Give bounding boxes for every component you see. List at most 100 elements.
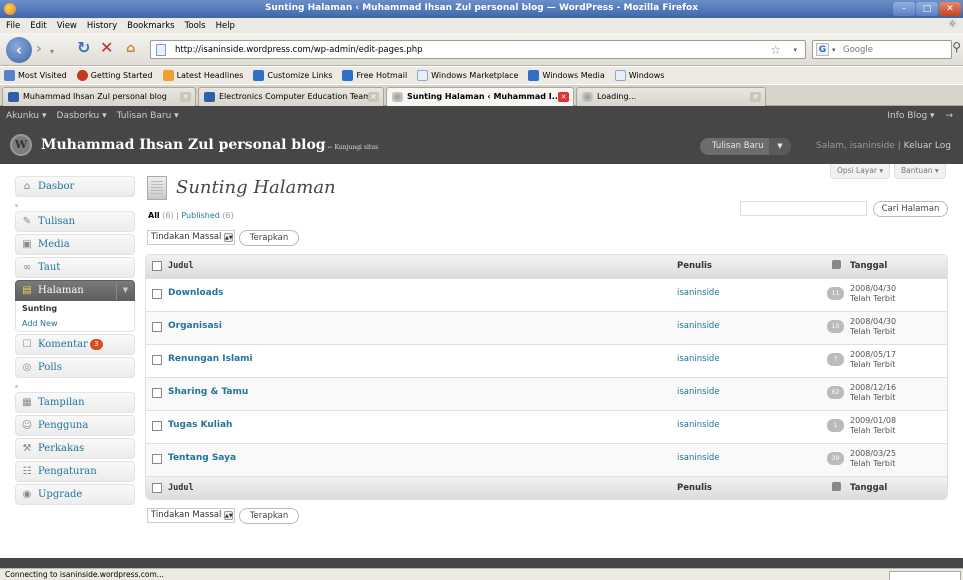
- menu-view[interactable]: View: [57, 21, 77, 31]
- search-pages-input[interactable]: [740, 201, 867, 216]
- comment-count-bubble[interactable]: 62: [827, 386, 844, 399]
- sidebar-item-media[interactable]: ▣ Media: [15, 234, 135, 255]
- google-icon[interactable]: G: [816, 43, 829, 56]
- column-title[interactable]: Judul: [168, 483, 194, 493]
- author-link[interactable]: isaninside: [677, 420, 720, 430]
- author-link[interactable]: isaninside: [677, 387, 720, 397]
- page-title-link[interactable]: Downloads: [168, 288, 224, 298]
- row-checkbox[interactable]: [152, 322, 162, 332]
- reload-button[interactable]: ↻: [77, 40, 90, 56]
- page-title-link[interactable]: Renungan Islami: [168, 354, 253, 364]
- adminbar-my-dashboard[interactable]: Dasborku ▾: [57, 111, 107, 121]
- apply-button-bottom[interactable]: Terapkan: [239, 508, 299, 524]
- author-link[interactable]: isaninside: [677, 453, 720, 463]
- menu-bookmarks[interactable]: Bookmarks: [127, 21, 175, 31]
- close-tab-icon[interactable]: ✕: [180, 92, 191, 102]
- page-title-link[interactable]: Tugas Kuliah: [168, 420, 232, 430]
- apply-button[interactable]: Terapkan: [239, 230, 299, 246]
- close-window-button[interactable]: ✕: [939, 2, 961, 16]
- column-author[interactable]: Penulis: [677, 261, 712, 271]
- bookmark-windows-media[interactable]: Windows Media: [528, 70, 605, 81]
- adminbar-blog-info[interactable]: Info Blog ▾: [887, 111, 934, 121]
- column-date[interactable]: Tanggal: [850, 261, 887, 271]
- comment-count-bubble[interactable]: 7: [827, 353, 844, 366]
- page-title-link[interactable]: Organisasi: [168, 321, 222, 331]
- close-tab-icon[interactable]: ✕: [368, 92, 379, 102]
- filter-all[interactable]: All: [148, 211, 160, 220]
- bulk-action-select[interactable]: Tindakan Massal ▲▼: [147, 230, 235, 245]
- chevron-down-icon[interactable]: ▼: [116, 281, 134, 300]
- bookmark-latest-headlines[interactable]: Latest Headlines: [162, 70, 243, 81]
- page-title-link[interactable]: Sharing & Tamu: [168, 387, 248, 397]
- visit-site-link[interactable]: ← Kunjungi situs: [328, 144, 379, 151]
- author-link[interactable]: isaninside: [677, 354, 720, 364]
- sidebar-item-settings[interactable]: ☷ Pengaturan: [15, 461, 135, 482]
- bulk-action-select-bottom[interactable]: Tindakan Massal ▲▼: [147, 508, 235, 523]
- close-tab-icon[interactable]: ✕: [750, 92, 761, 102]
- sidebar-item-links[interactable]: ∞ Taut: [15, 257, 135, 278]
- logout-link[interactable]: Keluar Log: [904, 141, 951, 151]
- bookmark-windows-marketplace[interactable]: Windows Marketplace: [417, 70, 518, 81]
- back-button[interactable]: ‹: [6, 37, 32, 63]
- bookmark-getting-started[interactable]: Getting Started: [76, 70, 153, 81]
- minimize-button[interactable]: –: [893, 2, 915, 16]
- screen-options-tab[interactable]: Opsi Layar ▾: [830, 164, 891, 179]
- row-checkbox[interactable]: [152, 388, 162, 398]
- close-tab-icon[interactable]: ✕: [558, 92, 569, 102]
- filter-published[interactable]: Published: [181, 211, 220, 220]
- author-link[interactable]: isaninside: [677, 321, 720, 331]
- history-dropdown-icon[interactable]: ▾: [50, 45, 54, 59]
- bookmark-star-icon[interactable]: ☆: [770, 43, 781, 57]
- adminbar-my-account[interactable]: Akunku ▾: [6, 111, 47, 121]
- page-title-link[interactable]: Tentang Saya: [168, 453, 236, 463]
- tab-electronics-team[interactable]: Electronics Computer Education Team ✕: [198, 87, 384, 106]
- comment-count-bubble[interactable]: 39: [827, 452, 844, 465]
- comment-count-bubble[interactable]: 1: [827, 419, 844, 432]
- search-engine-dropdown-icon[interactable]: ▾: [832, 46, 836, 54]
- comment-count-bubble[interactable]: 11: [827, 287, 844, 300]
- sidebar-item-pages[interactable]: ▤ Halaman ▼: [15, 280, 135, 301]
- select-all-checkbox[interactable]: [152, 483, 162, 493]
- select-all-checkbox[interactable]: [152, 261, 162, 271]
- comment-count-bubble[interactable]: 10: [827, 320, 844, 333]
- submenu-edit-pages[interactable]: Sunting: [16, 301, 134, 316]
- bookmark-customize-links[interactable]: Customize Links: [253, 70, 332, 81]
- sidebar-item-comments[interactable]: ☐ Komentar 3: [15, 334, 135, 355]
- stop-button[interactable]: ✕: [100, 40, 113, 56]
- search-pages-button[interactable]: Cari Halaman: [873, 201, 948, 217]
- menu-history[interactable]: History: [87, 21, 117, 31]
- url-bar[interactable]: http://isaninside.wordpress.com/wp-admin…: [150, 40, 806, 59]
- home-button[interactable]: ⌂: [126, 42, 135, 56]
- new-post-button[interactable]: Tulisan Baru ▼: [700, 138, 791, 155]
- column-date[interactable]: Tanggal: [850, 483, 887, 493]
- sidebar-item-users[interactable]: ☺ Pengguna: [15, 415, 135, 436]
- adminbar-new-post[interactable]: Tulisan Baru ▾: [117, 111, 179, 121]
- url-dropdown-icon[interactable]: ▾: [793, 46, 797, 54]
- sidebar-item-dashboard[interactable]: ⌂ Dasbor: [15, 176, 135, 197]
- search-input[interactable]: [843, 44, 937, 56]
- column-author[interactable]: Penulis: [677, 483, 712, 493]
- tab-personal-blog[interactable]: Muhammad Ihsan Zul personal blog ✕: [2, 87, 196, 106]
- tab-sunting-halaman[interactable]: Sunting Halaman ‹ Muhammad I... ✕: [386, 87, 574, 106]
- row-checkbox[interactable]: [152, 454, 162, 464]
- arrow-right-icon[interactable]: →: [945, 111, 953, 121]
- maximize-button[interactable]: □: [916, 2, 938, 16]
- tab-loading[interactable]: Loading... ✕: [576, 87, 766, 106]
- bookmark-free-hotmail[interactable]: Free Hotmail: [342, 70, 407, 81]
- sidebar-item-upgrade[interactable]: ◉ Upgrade: [15, 484, 135, 505]
- sidebar-item-tools[interactable]: ⚒ Perkakas: [15, 438, 135, 459]
- row-checkbox[interactable]: [152, 289, 162, 299]
- bookmark-most-visited[interactable]: Most Visited: [4, 70, 67, 81]
- row-checkbox[interactable]: [152, 421, 162, 431]
- menu-tools[interactable]: Tools: [185, 21, 206, 31]
- menu-edit[interactable]: Edit: [30, 21, 46, 31]
- column-title[interactable]: Judul: [168, 261, 194, 271]
- menu-help[interactable]: Help: [216, 21, 235, 31]
- row-checkbox[interactable]: [152, 355, 162, 365]
- bookmark-windows[interactable]: Windows: [614, 70, 664, 81]
- help-tab[interactable]: Bantuan ▾: [894, 164, 946, 179]
- author-link[interactable]: isaninside: [677, 288, 720, 298]
- forward-button[interactable]: ›: [36, 42, 42, 56]
- menu-file[interactable]: File: [6, 21, 20, 31]
- sidebar-item-appearance[interactable]: ▦ Tampilan: [15, 392, 135, 413]
